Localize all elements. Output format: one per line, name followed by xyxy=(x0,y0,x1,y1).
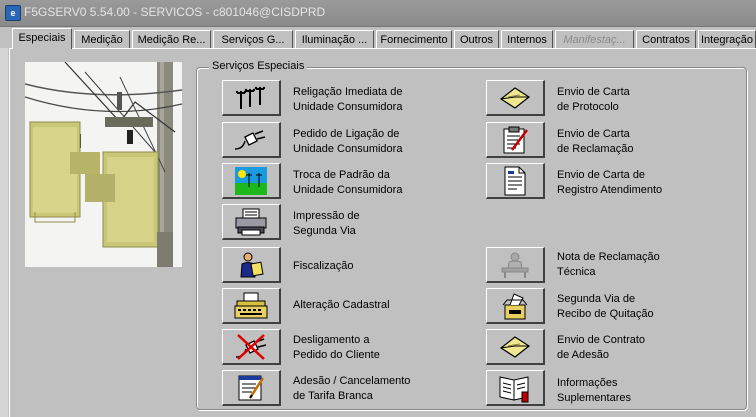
tab-medicao[interactable]: Medição xyxy=(74,30,130,48)
tab-medicao-re[interactable]: Medição Re... xyxy=(132,30,211,48)
printer-icon xyxy=(234,208,268,236)
carta-reclamacao-button[interactable] xyxy=(486,122,545,158)
alteracao-cadastral-label: Alteração Cadastral xyxy=(293,299,390,311)
book-icon xyxy=(497,373,533,403)
tab-contratos[interactable]: Contratos xyxy=(636,30,696,48)
typewriter-icon xyxy=(234,292,268,320)
tarifa-branca-label: Adesão / Cancelamento de Tarifa Branca xyxy=(293,375,411,402)
segunda-via-recibo-label: Segunda Via de Recibo de Quitação xyxy=(557,293,654,320)
unplug-icon xyxy=(234,333,268,361)
tab-especiais[interactable]: Especiais xyxy=(12,28,72,49)
power-pole-icon xyxy=(233,85,269,111)
pedido-ligacao-button[interactable] xyxy=(222,122,281,158)
religacao-button[interactable] xyxy=(222,80,281,116)
impressao-segunda-via-label: Impressão de Segunda Via xyxy=(293,210,360,237)
mailbox-icon xyxy=(499,291,531,321)
segunda-via-recibo-button[interactable] xyxy=(486,288,545,324)
carta-registro-button[interactable] xyxy=(486,163,545,199)
desk-person-icon xyxy=(499,251,531,279)
troca-padrao-button[interactable] xyxy=(222,163,281,199)
carta-protocolo-label: Envio de Carta de Protocolo xyxy=(557,86,630,113)
app-window: e F5GSERV0 5.54.00 - SERVICOS - c801046@… xyxy=(0,0,756,417)
troca-padrao-label: Troca de Padrão da Unidade Consumidora xyxy=(293,169,403,196)
informacoes-suplementares-button[interactable] xyxy=(486,370,545,406)
app-icon[interactable]: e xyxy=(5,5,21,21)
envelope-icon xyxy=(498,85,532,111)
plug-icon xyxy=(233,127,269,153)
left-edge xyxy=(0,48,8,417)
contrato-adesao-button[interactable] xyxy=(486,329,545,365)
desligamento-label: Desligamento a Pedido do Cliente xyxy=(293,334,380,361)
impressao-segunda-via-button[interactable] xyxy=(222,204,281,240)
tab-servicos-g[interactable]: Serviços G... xyxy=(213,30,293,48)
tab-manifestacao: Manifestaç... xyxy=(555,30,634,48)
tab-outros[interactable]: Outros xyxy=(454,30,499,48)
desligamento-button[interactable] xyxy=(222,329,281,365)
tab-iluminacao[interactable]: Iluminação ... xyxy=(295,30,374,48)
transformer-photo xyxy=(25,62,182,267)
carta-protocolo-button[interactable] xyxy=(486,80,545,116)
document-icon xyxy=(502,166,528,196)
tab-fornecimento[interactable]: Fornecimento xyxy=(376,30,452,48)
alteracao-cadastral-button[interactable] xyxy=(222,288,281,324)
tab-integracao[interactable]: Integração xyxy=(698,30,756,48)
title-bar[interactable]: e F5GSERV0 5.54.00 - SERVICOS - c801046@… xyxy=(0,0,756,27)
envelope-icon xyxy=(498,334,532,360)
nota-reclamacao-button xyxy=(486,247,545,283)
clipboard-icon xyxy=(500,126,530,154)
fiscalizacao-label: Fiscalização xyxy=(293,260,354,272)
fiscalizacao-button[interactable] xyxy=(222,247,281,283)
contrato-adesao-label: Envio de Contrato de Adesão xyxy=(557,334,646,361)
tab-internos[interactable]: Internos xyxy=(501,30,553,48)
inspector-icon xyxy=(236,251,266,279)
informacoes-suplementares-label: Informações Suplementares xyxy=(557,377,631,404)
window-title: F5GSERV0 5.54.00 - SERVICOS - c801046@CI… xyxy=(24,5,326,19)
carta-reclamacao-label: Envio de Carta de Reclamação xyxy=(557,128,634,155)
tab-strip: Especiais Medição Medição Re... Serviços… xyxy=(8,28,756,49)
landscape-icon xyxy=(235,166,267,195)
nota-reclamacao-label: Nota de Reclamação Técnica xyxy=(557,251,660,278)
carta-registro-label: Envio de Carta de Registro Atendimento xyxy=(557,169,663,196)
pedido-ligacao-label: Pedido de Ligação de Unidade Consumidora xyxy=(293,128,403,155)
religacao-label: Religação Imediata de Unidade Consumidor… xyxy=(293,86,403,113)
signed-form-icon xyxy=(236,374,266,402)
group-title: Serviços Especiais xyxy=(209,60,308,72)
tarifa-branca-button[interactable] xyxy=(222,370,281,406)
